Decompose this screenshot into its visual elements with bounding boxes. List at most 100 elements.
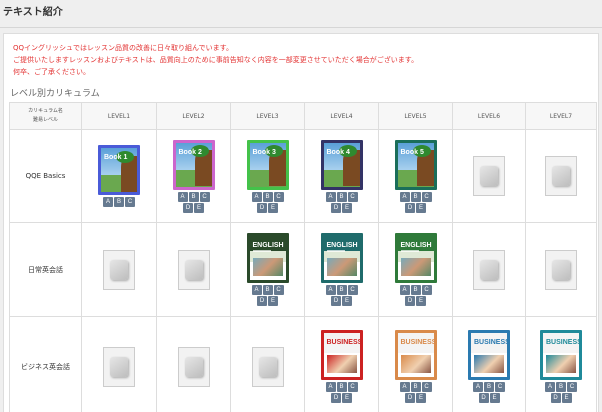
- unit-button[interactable]: A: [399, 191, 410, 202]
- unit-button[interactable]: B: [336, 382, 347, 392]
- textbook-cover[interactable]: Book 1: [98, 145, 140, 195]
- unit-button[interactable]: A: [325, 382, 336, 392]
- row-label: QQE Basics: [9, 129, 82, 223]
- unit-buttons: ABCDE: [543, 382, 579, 403]
- level-cell: BUSINESS5 ABCDE: [378, 316, 453, 412]
- textbook-title: Book 3: [252, 148, 276, 156]
- textbook-cover[interactable]: ENGLISH4: [320, 233, 363, 283]
- textbook-cover[interactable]: Book 3: [246, 139, 289, 190]
- unit-button[interactable]: D: [405, 296, 415, 306]
- unit-button[interactable]: A: [251, 191, 262, 202]
- textbook-cover[interactable]: BUSINESS5: [394, 330, 437, 380]
- unit-button[interactable]: E: [416, 202, 426, 213]
- level-header: LEVEL3: [230, 102, 305, 130]
- unit-button[interactable]: B: [410, 285, 421, 295]
- textbook-cover[interactable]: ENGLISH3: [246, 233, 289, 283]
- unit-button[interactable]: A: [103, 197, 113, 207]
- header-curriculum-level: カリキュラム名 難易レベル: [9, 102, 82, 130]
- unit-button[interactable]: E: [268, 296, 278, 306]
- textbook-placeholder-icon: [177, 346, 210, 387]
- curriculum-row: ビジネス英会話 BUSINESS4ABCDEBUSINESS5ABCDEBUSI…: [9, 316, 597, 412]
- unit-button[interactable]: D: [183, 202, 193, 213]
- unit-button[interactable]: A: [399, 285, 410, 295]
- unit-button[interactable]: A: [177, 191, 188, 202]
- curriculum-row: 日常英会話 ENGLISH3ABCDEENGLISH4ABCDEENGLISH5…: [9, 222, 597, 317]
- unit-button[interactable]: D: [405, 393, 415, 403]
- unit-button[interactable]: B: [114, 197, 124, 207]
- textbook-photo: [400, 258, 431, 276]
- title-divider: [0, 27, 602, 28]
- unit-button[interactable]: B: [336, 285, 347, 295]
- unit-button[interactable]: E: [561, 393, 572, 403]
- unit-buttons: ABCDE: [398, 285, 434, 306]
- level-cell: BUSINESS7ABCDE: [525, 316, 597, 412]
- unit-button[interactable]: C: [273, 285, 284, 295]
- unit-button[interactable]: D: [478, 393, 489, 403]
- unit-button[interactable]: C: [199, 191, 210, 202]
- unit-button[interactable]: D: [257, 296, 267, 306]
- unit-button[interactable]: C: [125, 197, 135, 207]
- unit-button[interactable]: C: [495, 382, 505, 392]
- textbook-photo: [252, 258, 283, 276]
- unit-button[interactable]: E: [268, 202, 278, 213]
- textbook-cover[interactable]: BUSINESS6: [468, 330, 510, 380]
- unit-button[interactable]: B: [410, 191, 421, 202]
- row-label: ビジネス英会話: [9, 316, 82, 412]
- unit-button[interactable]: E: [342, 202, 352, 213]
- unit-button[interactable]: A: [473, 382, 483, 392]
- level-cell: ENGLISH5ABCDE: [378, 222, 453, 317]
- textbook-title: BUSINESS: [326, 339, 363, 346]
- unit-button[interactable]: C: [347, 285, 358, 295]
- curriculum-table: カリキュラム名 難易レベル LEVEL1 LEVEL2 LEVEL3 LEVEL…: [9, 102, 597, 412]
- unit-button[interactable]: A: [251, 285, 262, 295]
- unit-button[interactable]: C: [567, 382, 577, 392]
- unit-button[interactable]: D: [331, 296, 341, 306]
- unit-button[interactable]: A: [399, 382, 410, 392]
- unit-button[interactable]: C: [347, 382, 358, 392]
- unit-button[interactable]: C: [273, 191, 284, 202]
- unit-button[interactable]: B: [262, 191, 273, 202]
- unit-button[interactable]: C: [347, 191, 358, 202]
- textbook-cover[interactable]: BUSINESS4: [320, 330, 363, 380]
- unit-button[interactable]: A: [325, 285, 336, 295]
- textbook-photo: [400, 355, 431, 373]
- level-cell: ENGLISH4ABCDE: [304, 222, 379, 317]
- unit-button[interactable]: E: [489, 393, 500, 403]
- textbook-cover[interactable]: Book 5: [394, 139, 437, 190]
- unit-button[interactable]: B: [188, 191, 199, 202]
- textbook-title: ENGLISH: [326, 242, 358, 249]
- textbook-photo: [474, 355, 504, 373]
- unit-button[interactable]: A: [545, 382, 555, 392]
- unit-button[interactable]: D: [257, 202, 267, 213]
- unit-button[interactable]: B: [484, 382, 494, 392]
- unit-button[interactable]: C: [421, 382, 432, 392]
- unit-button[interactable]: E: [194, 202, 204, 213]
- unit-button[interactable]: B: [336, 191, 347, 202]
- unit-buttons: ABCDE: [324, 285, 360, 306]
- unit-button[interactable]: E: [416, 393, 426, 403]
- textbook-placeholder-icon: [103, 249, 135, 290]
- unit-button[interactable]: B: [410, 382, 421, 392]
- unit-button[interactable]: D: [331, 393, 341, 403]
- unit-button[interactable]: E: [416, 296, 426, 306]
- textbook-photo: [326, 258, 357, 276]
- textbook-cover[interactable]: Book 4: [320, 139, 363, 190]
- unit-button[interactable]: C: [421, 285, 432, 295]
- textbook-title: Book 2: [178, 148, 202, 156]
- textbook-title: BUSINESS: [474, 339, 510, 346]
- unit-button[interactable]: D: [405, 202, 415, 213]
- unit-button[interactable]: B: [262, 285, 273, 295]
- level-cell: ENGLISH3 ABCDE: [230, 222, 305, 317]
- level-cell: [81, 222, 157, 317]
- unit-button[interactable]: E: [342, 296, 352, 306]
- textbook-photo: [546, 355, 576, 373]
- unit-button[interactable]: D: [331, 202, 341, 213]
- unit-button[interactable]: D: [550, 393, 561, 403]
- textbook-cover[interactable]: ENGLISH5: [394, 233, 437, 283]
- unit-button[interactable]: C: [421, 191, 432, 202]
- unit-button[interactable]: E: [342, 393, 352, 403]
- unit-button[interactable]: B: [556, 382, 566, 392]
- textbook-cover[interactable]: BUSINESS7: [540, 330, 582, 380]
- textbook-cover[interactable]: Book 2: [172, 139, 215, 190]
- unit-button[interactable]: A: [325, 191, 336, 202]
